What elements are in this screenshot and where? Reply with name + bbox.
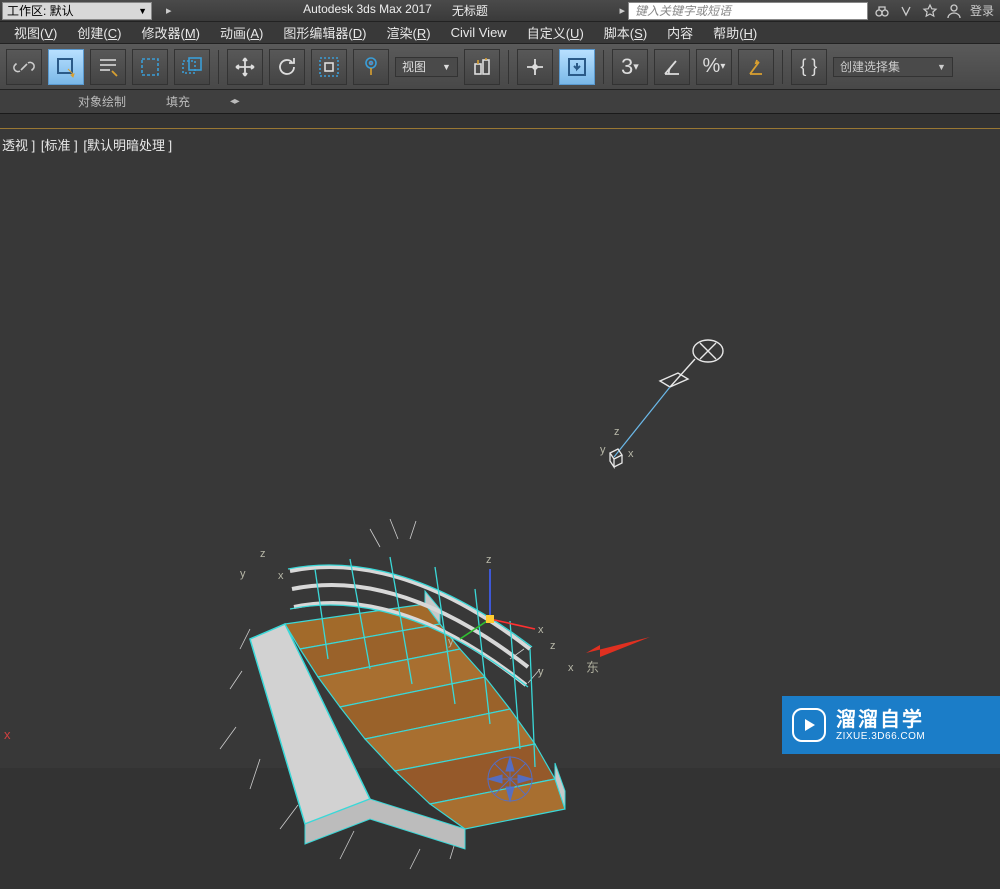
title-bar: 工作区: 默认 ▼ ▸ Autodesk 3ds Max 2017 无标题 ▸ … <box>0 0 1000 22</box>
menu-bar: 视图(V) 创建(C) 修改器(M) 动画(A) 图形编辑器(D) 渲染(R) … <box>0 22 1000 44</box>
svg-text:x: x <box>278 570 284 582</box>
svg-text:y: y <box>600 444 606 456</box>
title-center: Autodesk 3ds Max 2017 无标题 <box>172 2 620 19</box>
toolbar-separator <box>218 50 219 84</box>
svg-text:x: x <box>538 624 544 636</box>
rectangular-selection-button[interactable] <box>132 49 168 85</box>
select-and-manipulate-button[interactable] <box>517 49 553 85</box>
ref-coord-label: 视图 <box>402 58 426 75</box>
menu-rendering[interactable]: 渲染(R) <box>376 21 440 44</box>
named-selection-sets-button[interactable]: { } <box>791 49 827 85</box>
select-object-button[interactable] <box>48 49 84 85</box>
svg-text:z: z <box>550 640 556 652</box>
menu-maxscript[interactable]: 脚本(S) <box>594 21 657 44</box>
svg-text:y: y <box>448 636 454 648</box>
watermark-badge: 溜溜自学 ZIXUE.3D66.COM <box>782 696 1000 754</box>
stair-model[interactable]: z x y z y x z x y <box>190 509 630 889</box>
selection-set-dropdown[interactable]: 创建选择集 ▼ <box>833 57 953 77</box>
svg-text:x: x <box>568 662 574 674</box>
percent-snap-button[interactable]: %▾ <box>696 49 732 85</box>
title-right-icons: 登录 <box>868 2 1000 19</box>
document-title: 无标题 <box>452 2 488 19</box>
scene: z y x <box>0 129 1000 768</box>
watermark-url: ZIXUE.3D66.COM <box>836 731 925 742</box>
watermark-title: 溜溜自学 <box>836 709 925 731</box>
svg-text:x: x <box>628 448 634 460</box>
menu-help[interactable]: 帮助(H) <box>703 21 767 44</box>
compass-east-label: 东 <box>586 657 599 676</box>
snap-3-label: 3 <box>621 54 633 80</box>
scale-button[interactable] <box>311 49 347 85</box>
main-toolbar: 视图 ▼ 3▾ %▾ { } 创建选择集 ▼ <box>0 44 1000 90</box>
link-button[interactable] <box>6 49 42 85</box>
login-label[interactable]: 登录 <box>970 2 994 19</box>
rotate-button[interactable] <box>269 49 305 85</box>
menu-view[interactable]: 视图(V) <box>4 21 67 44</box>
workspace-dropdown[interactable]: 工作区: 默认 ▼ <box>2 2 152 20</box>
use-pivot-center-button[interactable] <box>464 49 500 85</box>
window-crossing-button[interactable] <box>174 49 210 85</box>
snap-toggle-button[interactable]: 3▾ <box>612 49 648 85</box>
percent-label: % <box>703 55 721 78</box>
fill-label[interactable]: 填充 <box>166 93 190 110</box>
chevron-down-icon: ▼ <box>937 62 946 72</box>
keyboard-shortcut-override-button[interactable] <box>559 49 595 85</box>
braces-label: { } <box>800 56 817 77</box>
spinner-snap-button[interactable] <box>738 49 774 85</box>
viewport[interactable]: 透视 ] [标准 ] [默认明暗处理 ] z y x <box>0 129 1000 768</box>
menu-modifiers[interactable]: 修改器(M) <box>131 21 210 44</box>
workspace-label: 工作区: 默认 <box>7 2 74 19</box>
selection-set-label: 创建选择集 <box>840 58 900 75</box>
reference-coord-dropdown[interactable]: 视图 ▼ <box>395 57 458 77</box>
user-icon[interactable] <box>946 3 962 19</box>
ribbon-expand-icon[interactable]: ◂▪▸ <box>230 96 238 107</box>
search-placeholder: 键入关键字或短语 <box>635 2 731 19</box>
select-by-name-button[interactable] <box>90 49 126 85</box>
binoculars-icon[interactable] <box>874 3 890 19</box>
ribbon-subbar: 对象绘制 填充 ◂▪▸ <box>0 90 1000 114</box>
object-paint-label[interactable]: 对象绘制 <box>78 93 126 110</box>
menu-graph-editors[interactable]: 图形编辑器(D) <box>273 21 376 44</box>
menu-animation[interactable]: 动画(A) <box>210 21 273 44</box>
toolbar-separator <box>508 50 509 84</box>
search-arrow-icon: ▸ <box>619 4 625 17</box>
camera-gizmo: z y x <box>600 329 740 489</box>
menu-civil-view[interactable]: Civil View <box>441 23 517 42</box>
svg-text:y: y <box>240 568 246 580</box>
svg-text:z: z <box>260 548 266 560</box>
angle-snap-button[interactable] <box>654 49 690 85</box>
app-title: Autodesk 3ds Max 2017 <box>303 2 432 19</box>
origin-marker: x <box>4 727 11 742</box>
toggle-icon[interactable] <box>898 3 914 19</box>
play-icon <box>792 708 826 742</box>
move-button[interactable] <box>227 49 263 85</box>
search-input[interactable]: 键入关键字或短语 <box>628 2 868 20</box>
chevron-down-icon: ▼ <box>442 62 451 72</box>
svg-text:z: z <box>486 554 492 566</box>
menu-create[interactable]: 创建(C) <box>67 21 131 44</box>
toolbar-separator <box>782 50 783 84</box>
placement-button[interactable] <box>353 49 389 85</box>
chevron-down-icon: ▼ <box>138 6 147 16</box>
toolbar-separator <box>603 50 604 84</box>
menu-customize[interactable]: 自定义(U) <box>517 21 594 44</box>
svg-text:z: z <box>614 426 620 438</box>
star-icon[interactable] <box>922 3 938 19</box>
svg-text:y: y <box>538 666 544 678</box>
menu-content[interactable]: 内容 <box>657 21 703 44</box>
